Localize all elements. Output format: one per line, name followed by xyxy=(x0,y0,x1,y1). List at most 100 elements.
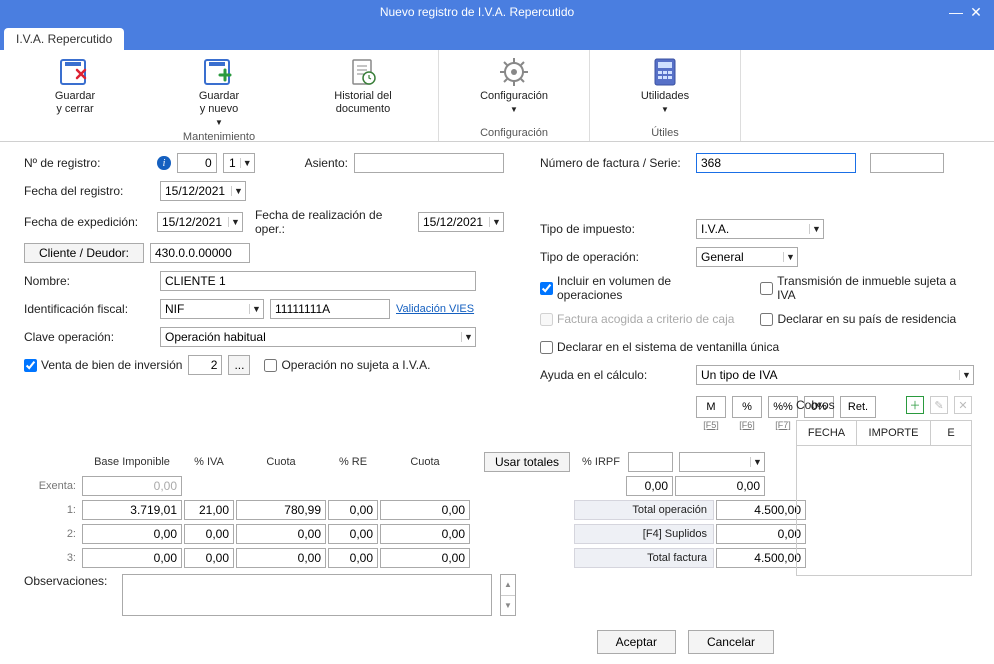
ventanilla-unica-check[interactable]: Declarar en el sistema de ventanilla úni… xyxy=(540,340,779,354)
venta-inversion-n[interactable] xyxy=(188,355,222,375)
cobros-edit-icon[interactable]: ✎ xyxy=(930,396,948,414)
save-new-label: Guardar y nuevo xyxy=(154,90,284,116)
idfiscal-tipo-select[interactable]: ▼ xyxy=(160,299,264,319)
r1-cuota2[interactable] xyxy=(380,500,470,520)
ribbon-group-mantenimiento: Guardar y cerrar Guardar y nuevo ▼ Histo… xyxy=(0,50,439,141)
obs-spinner[interactable]: ▲▼ xyxy=(500,574,516,616)
hdr-cuota2: Cuota xyxy=(380,456,470,468)
irpf-extra-select[interactable]: ▼ xyxy=(679,452,765,472)
calc-pp-button[interactable]: %% xyxy=(768,396,798,418)
fk-f5: [F5] xyxy=(703,420,719,430)
asiento-input[interactable] xyxy=(354,153,504,173)
config-button[interactable]: Configuración ▼ xyxy=(445,54,583,125)
cliente-input[interactable] xyxy=(150,243,250,263)
save-close-label: Guardar y cerrar xyxy=(10,90,140,116)
r2-re[interactable] xyxy=(328,524,378,544)
gear-icon xyxy=(498,56,530,88)
exenta-label: Exenta: xyxy=(24,480,80,492)
hdr-irpf: % IRPF xyxy=(576,456,626,468)
calculator-icon xyxy=(649,56,681,88)
cobros-delete-icon[interactable]: ✕ xyxy=(954,396,972,414)
tipoimp-select[interactable]: ▼ xyxy=(696,219,824,239)
close-button[interactable]: ✕ xyxy=(966,4,986,21)
group-name-mantenimiento: Mantenimiento xyxy=(6,129,432,143)
col-e[interactable]: E xyxy=(931,421,972,446)
obs-text[interactable] xyxy=(122,574,492,616)
fecharegistro-label: Fecha del registro: xyxy=(24,184,154,198)
r3-cuota2[interactable] xyxy=(380,548,470,568)
save-close-icon xyxy=(59,56,91,88)
numreg-serie-select[interactable]: ▼ xyxy=(223,153,255,173)
minimize-button[interactable]: — xyxy=(946,4,966,20)
nombre-input[interactable] xyxy=(160,271,476,291)
r1-iva[interactable] xyxy=(184,500,234,520)
fechareal-input[interactable]: ▼ xyxy=(418,212,504,232)
numreg-label: Nº de registro: xyxy=(24,156,147,170)
utilities-button[interactable]: Utilidades ▼ xyxy=(596,54,734,125)
cancel-button[interactable]: Cancelar xyxy=(688,630,774,654)
r3-base[interactable] xyxy=(82,548,182,568)
row3-label: 3: xyxy=(24,552,80,564)
r3-re[interactable] xyxy=(328,548,378,568)
cliente-button[interactable]: Cliente / Deudor: xyxy=(24,243,144,263)
usar-totales-button[interactable]: Usar totales xyxy=(484,452,570,472)
r1-re[interactable] xyxy=(328,500,378,520)
fechareal-label: Fecha de realización de oper.: xyxy=(255,208,412,236)
total-fac[interactable] xyxy=(716,548,806,568)
col-fecha[interactable]: FECHA xyxy=(797,421,857,446)
total-op[interactable] xyxy=(716,500,806,520)
numreg-input[interactable] xyxy=(177,153,217,173)
r2-cuota[interactable] xyxy=(236,524,326,544)
cobros-body[interactable] xyxy=(796,446,972,576)
dropdown-arrow-icon: ▼ xyxy=(661,105,669,114)
hdr-iva: % IVA xyxy=(184,456,234,468)
calc-m-button[interactable]: M xyxy=(696,396,726,418)
hdr-base: Base Imponible xyxy=(82,456,182,468)
r2-cuota2[interactable] xyxy=(380,524,470,544)
row2-label: 2: xyxy=(24,528,80,540)
pais-residencia-check[interactable]: Declarar en su país de residencia xyxy=(760,312,956,326)
save-new-icon xyxy=(203,56,235,88)
r3-iva[interactable] xyxy=(184,548,234,568)
transmision-inmueble-check[interactable]: Transmisión de inmueble sujeta a IVA xyxy=(760,274,974,302)
col-importe[interactable]: IMPORTE xyxy=(857,421,931,446)
vies-link[interactable]: Validación VIES xyxy=(396,303,474,315)
accept-button[interactable]: Aceptar xyxy=(597,630,676,654)
venta-inversion-browse[interactable]: ... xyxy=(228,355,250,375)
no-sujeta-check[interactable]: Operación no sujeta a I.V.A. xyxy=(264,358,430,372)
fecharegistro-input[interactable]: ▼ xyxy=(160,181,246,201)
info-icon[interactable]: i xyxy=(157,156,170,170)
group-name-configuracion: Configuración xyxy=(445,125,583,139)
calc-pct-button[interactable]: % xyxy=(732,396,762,418)
tab-iva-repercutido[interactable]: I.V.A. Repercutido xyxy=(4,28,124,50)
suplidos-label: [F4] Suplidos xyxy=(574,524,714,544)
r1-base[interactable] xyxy=(82,500,182,520)
ayuda-select[interactable]: ▼ xyxy=(696,365,974,385)
save-new-button[interactable]: Guardar y nuevo ▼ xyxy=(150,54,288,129)
r2-iva[interactable] xyxy=(184,524,234,544)
tipoop-select[interactable]: ▼ xyxy=(696,247,798,267)
claveop-select[interactable]: ▼ xyxy=(160,327,476,347)
irpf-c[interactable] xyxy=(675,476,765,496)
numfact-serie-input[interactable] xyxy=(870,153,944,173)
dropdown-arrow-icon: ▼ xyxy=(215,118,223,127)
irpf-b[interactable] xyxy=(626,476,673,496)
incluir-volumen-check[interactable]: Incluir en volumen de operaciones xyxy=(540,274,736,302)
irpf-pct-input[interactable] xyxy=(628,452,673,472)
r3-cuota[interactable] xyxy=(236,548,326,568)
r2-base[interactable] xyxy=(82,524,182,544)
cobros-add-icon[interactable]: ＋ xyxy=(906,396,924,414)
row1-label: 1: xyxy=(24,504,80,516)
history-button[interactable]: Historial del documento xyxy=(294,54,432,129)
venta-inversion-check[interactable]: Venta de bien de inversión xyxy=(24,358,182,372)
idfiscal-input[interactable] xyxy=(270,299,390,319)
save-close-button[interactable]: Guardar y cerrar xyxy=(6,54,144,129)
r1-cuota[interactable] xyxy=(236,500,326,520)
numfact-input[interactable] xyxy=(696,153,856,173)
utilities-label: Utilidades xyxy=(600,90,730,103)
suplidos[interactable] xyxy=(716,524,806,544)
group-name-utiles: Útiles xyxy=(596,125,734,139)
claveop-label: Clave operación: xyxy=(24,330,154,344)
exenta-base[interactable] xyxy=(82,476,182,496)
fechaexp-input[interactable]: ▼ xyxy=(157,212,243,232)
